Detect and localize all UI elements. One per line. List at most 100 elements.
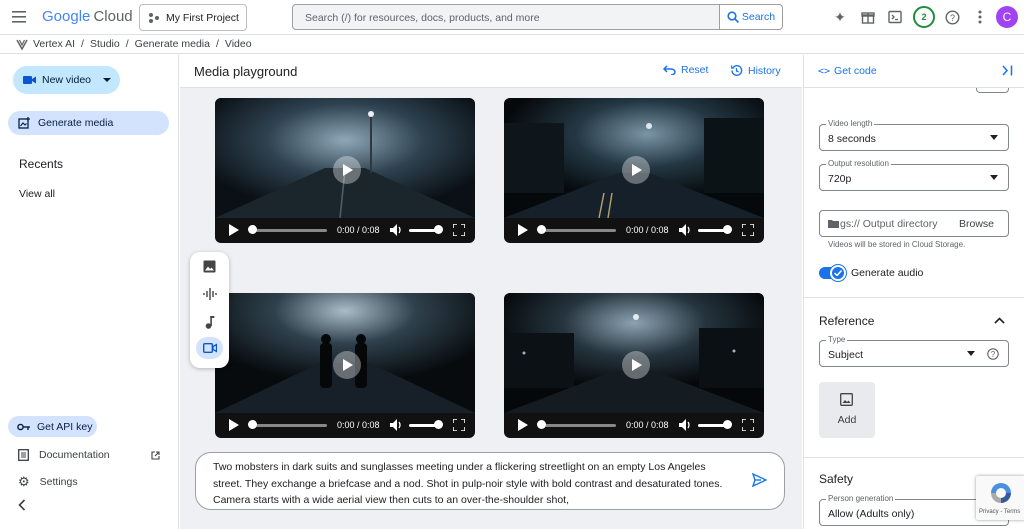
seek-bar[interactable] <box>253 424 327 427</box>
play-icon[interactable] <box>228 419 239 431</box>
seek-handle[interactable] <box>537 225 546 234</box>
help-icon[interactable]: ? <box>942 7 962 27</box>
video-player[interactable]: 0:00 / 0:08 <box>215 98 475 243</box>
gemini-icon[interactable]: ✦ <box>830 7 850 27</box>
collapse-sidebar-icon[interactable] <box>18 499 26 514</box>
seek-bar[interactable] <box>253 229 327 232</box>
breadcrumb-item-vertex-ai[interactable]: Vertex AI <box>33 38 75 50</box>
new-video-button[interactable]: New video <box>13 66 120 94</box>
chevron-up-icon[interactable] <box>994 315 1005 327</box>
avatar[interactable]: C <box>996 6 1018 28</box>
get-code-button[interactable]: <> Get code <box>818 65 877 77</box>
cloud-shell-icon[interactable] <box>885 7 905 27</box>
play-overlay-button[interactable] <box>622 156 650 184</box>
video-camera-icon <box>23 76 36 84</box>
browse-button[interactable]: Browse <box>959 218 994 230</box>
sidebar-item-settings[interactable]: ⚙ Settings <box>18 474 78 490</box>
volume-handle[interactable] <box>723 225 732 234</box>
undo-icon <box>662 65 676 75</box>
field-label: Video length <box>826 119 875 128</box>
storage-note: Videos will be stored in Cloud Storage. <box>828 240 966 249</box>
new-video-label: New video <box>42 74 92 86</box>
seek-bar[interactable] <box>542 424 616 427</box>
video-length-select[interactable]: Video length 8 seconds <box>819 119 1009 151</box>
fullscreen-icon[interactable] <box>453 224 465 236</box>
sidebar-item-generate-media[interactable]: Generate media <box>8 111 169 135</box>
history-button[interactable]: History <box>730 64 781 77</box>
search-icon <box>727 11 739 23</box>
volume-icon[interactable] <box>390 224 403 236</box>
image-mode-button[interactable] <box>196 255 223 277</box>
search-placeholder[interactable]: Search (/) for resources, docs, products… <box>305 12 540 24</box>
video-player[interactable]: 0:00 / 0:08 <box>504 293 764 438</box>
play-icon[interactable] <box>517 224 528 236</box>
play-overlay-button[interactable] <box>622 351 650 379</box>
top-bar: Google Cloud My First Project Search (/)… <box>0 0 1024 35</box>
breadcrumb-item-video[interactable]: Video <box>225 38 252 50</box>
play-icon[interactable] <box>517 419 528 431</box>
video-time: 0:00 / 0:08 <box>337 225 380 235</box>
check-icon <box>830 265 846 281</box>
prompt-text[interactable]: Two mobsters in dark suits and sunglasse… <box>213 459 733 507</box>
search-button[interactable]: Search <box>719 5 782 29</box>
video-mode-button[interactable] <box>196 337 223 359</box>
volume-handle[interactable] <box>434 225 443 234</box>
breadcrumb-item-studio[interactable]: Studio <box>90 38 120 50</box>
seek-handle[interactable] <box>248 420 257 429</box>
gift-icon[interactable] <box>858 7 878 27</box>
collapse-panel-icon[interactable] <box>1002 65 1013 79</box>
project-picker[interactable]: My First Project <box>139 4 247 31</box>
volume-icon[interactable] <box>390 419 403 431</box>
field-value: Subject <box>828 349 864 361</box>
seek-bar[interactable] <box>542 229 616 232</box>
breadcrumb-item-generate-media[interactable]: Generate media <box>135 38 210 50</box>
volume-handle[interactable] <box>723 420 732 429</box>
recaptcha-links[interactable]: Privacy - Terms <box>979 509 1020 515</box>
seek-handle[interactable] <box>537 420 546 429</box>
speech-mode-button[interactable] <box>196 283 223 305</box>
more-vert-icon[interactable] <box>970 7 990 27</box>
seek-handle[interactable] <box>248 225 257 234</box>
play-overlay-button[interactable] <box>333 351 361 379</box>
video-player[interactable]: 0:00 / 0:08 <box>215 293 475 438</box>
play-overlay-button[interactable] <box>333 156 361 184</box>
get-code-label: Get code <box>834 65 877 77</box>
reference-heading: Reference <box>819 314 875 328</box>
video-controls: 0:00 / 0:08 <box>504 218 764 243</box>
music-mode-button[interactable] <box>196 311 223 333</box>
volume-icon[interactable] <box>679 224 692 236</box>
search-button-label: Search <box>741 11 776 23</box>
generate-audio-toggle[interactable]: Generate audio <box>819 265 923 281</box>
add-reference-button[interactable]: Add <box>819 382 875 438</box>
view-all-link[interactable]: View all <box>19 188 55 200</box>
output-resolution-select[interactable]: Output resolution 720p <box>819 159 1009 191</box>
safety-heading: Safety <box>819 472 854 486</box>
search-bar[interactable]: Search (/) for resources, docs, products… <box>292 4 783 30</box>
fullscreen-icon[interactable] <box>453 419 465 431</box>
send-button[interactable] <box>751 472 768 490</box>
reference-type-select[interactable]: Type Subject ? <box>819 335 1009 367</box>
fullscreen-icon[interactable] <box>742 224 754 236</box>
get-api-key-button[interactable]: Get API key <box>8 416 97 437</box>
video-controls: 0:00 / 0:08 <box>215 413 475 438</box>
google-cloud-logo[interactable]: Google Cloud <box>42 8 133 25</box>
notifications-badge[interactable]: 2 <box>913 6 935 28</box>
sidebar-item-documentation[interactable]: Documentation <box>18 449 160 461</box>
fullscreen-icon[interactable] <box>742 419 754 431</box>
volume-handle[interactable] <box>434 420 443 429</box>
play-icon[interactable] <box>228 224 239 236</box>
sidebar-item-label: Settings <box>39 476 78 488</box>
reset-button[interactable]: Reset <box>662 64 708 76</box>
volume-icon[interactable] <box>679 419 692 431</box>
video-player[interactable]: 0:00 / 0:08 <box>504 98 764 243</box>
chevron-down-icon[interactable] <box>103 77 112 83</box>
help-icon[interactable]: ? <box>987 348 999 360</box>
main-menu-icon[interactable] <box>11 9 27 25</box>
output-directory-field[interactable]: gs:// Output directory Browse <box>819 210 1009 237</box>
prompt-input[interactable]: Two mobsters in dark suits and sunglasse… <box>195 452 785 510</box>
video-controls: 0:00 / 0:08 <box>504 413 764 438</box>
toggle-track[interactable] <box>819 265 846 281</box>
folder-icon <box>828 220 839 228</box>
field-label: Person generation <box>826 494 896 503</box>
recaptcha-badge[interactable]: Privacy - Terms <box>976 476 1024 520</box>
